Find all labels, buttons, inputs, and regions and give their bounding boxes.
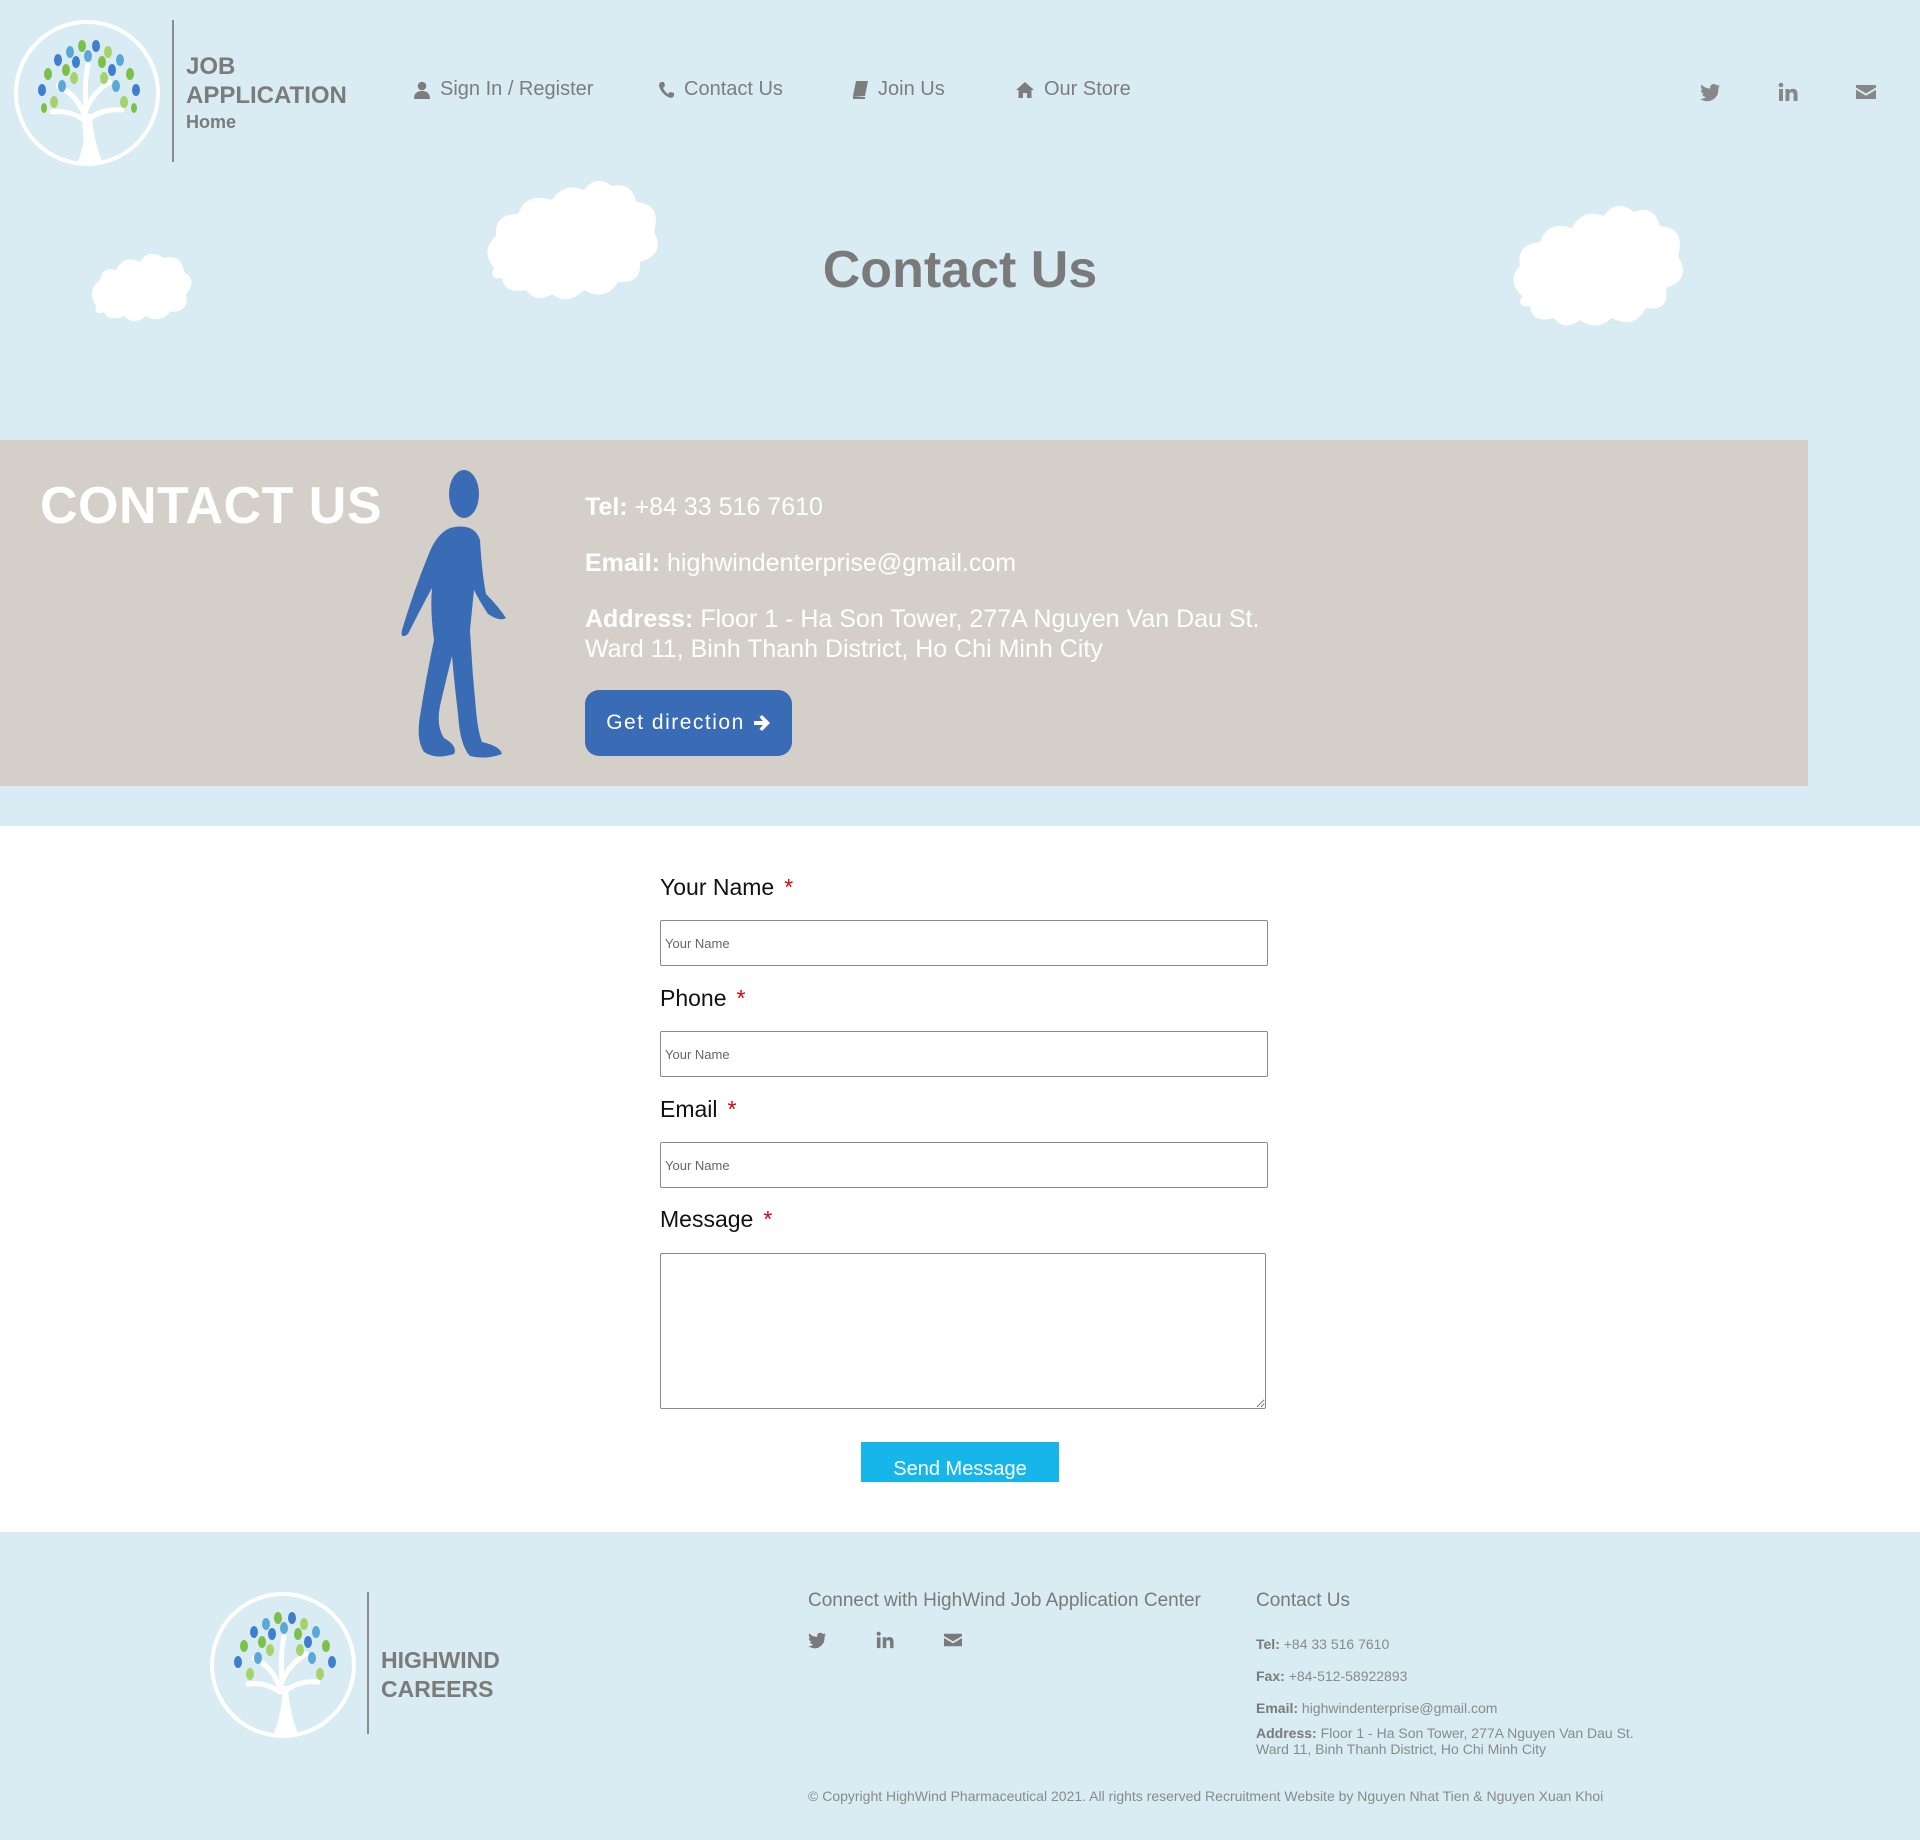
book-icon <box>853 80 868 99</box>
brand-line-2: APPLICATION <box>186 82 347 109</box>
nav-sign-in[interactable]: Sign In / Register <box>414 78 593 101</box>
envelope-icon[interactable] <box>1856 82 1876 102</box>
user-icon <box>414 81 430 99</box>
footer-brand-line-1: HIGHWIND <box>381 1647 500 1673</box>
nav-label: Sign In / Register <box>440 78 594 100</box>
nav-contact-us[interactable]: Contact Us <box>658 78 783 101</box>
nav-label: Join Us <box>878 78 945 100</box>
contact-info-band: CONTACT US Tel: +84 33 516 7610 Email: h… <box>0 440 1808 786</box>
message-label-text: Message <box>660 1206 754 1232</box>
footer-fax: Fax: +84-512-58922893 <box>1256 1668 1407 1684</box>
tel-label: Tel: <box>585 493 628 521</box>
connect-title: Connect with HighWind Job Application Ce… <box>808 1590 1201 1611</box>
email-label: Email: <box>585 549 661 577</box>
required-mark: * <box>763 1206 773 1232</box>
footer-address-label: Address: <box>1256 1725 1317 1741</box>
get-direction-label: Get direction <box>606 711 745 734</box>
required-mark: * <box>784 874 794 900</box>
address-line-1: Floor 1 - Ha Son Tower, 277A Nguyen Van … <box>700 605 1260 633</box>
arrow-right-icon <box>753 715 770 731</box>
brand-name[interactable]: JOB APPLICATION Home <box>186 52 347 135</box>
contact-tel: Tel: +84 33 516 7610 <box>585 492 1259 522</box>
footer-email-label: Email: <box>1256 1700 1299 1716</box>
email-label: Email * <box>660 1096 736 1123</box>
name-label: Your Name * <box>660 874 793 901</box>
tree-logo[interactable] <box>14 20 160 166</box>
copyright: © Copyright HighWind Pharmaceutical 2021… <box>808 1788 1604 1804</box>
footer-address-line-2: Ward 11, Binh Thanh District, Ho Chi Min… <box>1256 1741 1546 1757</box>
contact-email: Email: highwindenterprise@gmail.com <box>585 548 1259 578</box>
email-input[interactable] <box>660 1142 1268 1188</box>
linkedin-icon[interactable] <box>876 1631 894 1649</box>
site-footer: HIGHWIND CAREERS Connect with HighWind J… <box>0 1532 1920 1840</box>
footer-email: Email: highwindenterprise@gmail.com <box>1256 1700 1497 1716</box>
phone-input[interactable] <box>660 1031 1268 1077</box>
phone-icon <box>659 81 674 98</box>
twitter-icon[interactable] <box>1700 82 1720 102</box>
page-title: Contact Us <box>822 241 1098 299</box>
footer-contact-title: Contact Us <box>1256 1590 1350 1611</box>
nav-our-store[interactable]: Our Store <box>1016 78 1131 101</box>
footer-brand: HIGHWIND CAREERS <box>381 1646 500 1704</box>
contact-details: Tel: +84 33 516 7610 Email: highwindente… <box>585 492 1259 690</box>
walking-person-icon <box>401 470 506 758</box>
linkedin-icon[interactable] <box>1778 82 1798 102</box>
send-message-button[interactable]: Send Message <box>861 1442 1059 1482</box>
footer-fax-label: Fax: <box>1256 1668 1285 1684</box>
logo-divider <box>172 20 174 162</box>
phone-label: Phone * <box>660 985 745 1012</box>
tel-value[interactable]: +84 33 516 7610 <box>635 493 823 521</box>
footer-address-line-1: Floor 1 - Ha Son Tower, 277A Nguyen Van … <box>1320 1725 1634 1741</box>
band-title: CONTACT US <box>40 477 383 535</box>
required-mark: * <box>727 1096 737 1122</box>
contact-address: Address: Floor 1 - Ha Son Tower, 277A Ng… <box>585 604 1259 664</box>
email-label-text: Email <box>660 1096 718 1122</box>
footer-tel: Tel: +84 33 516 7610 <box>1256 1636 1389 1652</box>
envelope-icon[interactable] <box>944 1631 962 1649</box>
name-input[interactable] <box>660 920 1268 966</box>
nav-label: Contact Us <box>684 78 783 100</box>
footer-logo-divider <box>367 1592 369 1734</box>
footer-email-value[interactable]: highwindenterprise@gmail.com <box>1302 1700 1498 1716</box>
required-mark: * <box>736 985 746 1011</box>
brand-line-1: JOB <box>186 53 236 80</box>
nav-join-us[interactable]: Join Us <box>852 78 945 101</box>
name-label-text: Your Name <box>660 874 775 900</box>
address-line-2: Ward 11, Binh Thanh District, Ho Chi Min… <box>585 635 1103 663</box>
address-label: Address: <box>585 605 694 633</box>
footer-brand-line-2: CAREERS <box>381 1676 494 1702</box>
footer-tel-value[interactable]: +84 33 516 7610 <box>1284 1636 1390 1652</box>
email-value[interactable]: highwindenterprise@gmail.com <box>667 549 1016 577</box>
footer-tree-logo[interactable] <box>210 1592 356 1738</box>
footer-fax-value: +84-512-58922893 <box>1288 1668 1408 1684</box>
phone-label-text: Phone <box>660 985 727 1011</box>
contact-form: Your Name * Phone * Email * Message * Send M… <box>0 826 1920 1532</box>
twitter-icon[interactable] <box>808 1631 826 1649</box>
footer-tel-label: Tel: <box>1256 1636 1280 1652</box>
site-header: JOB APPLICATION Home Sign In / Register … <box>0 0 1920 180</box>
get-direction-button[interactable]: Get direction <box>585 690 792 756</box>
home-icon <box>1016 81 1034 98</box>
nav-label: Our Store <box>1044 78 1131 100</box>
message-label: Message * <box>660 1206 772 1233</box>
footer-address: Address: Floor 1 - Ha Son Tower, 277A Ng… <box>1256 1725 1634 1757</box>
message-textarea[interactable] <box>660 1253 1266 1409</box>
brand-home-link[interactable]: Home <box>186 110 347 135</box>
